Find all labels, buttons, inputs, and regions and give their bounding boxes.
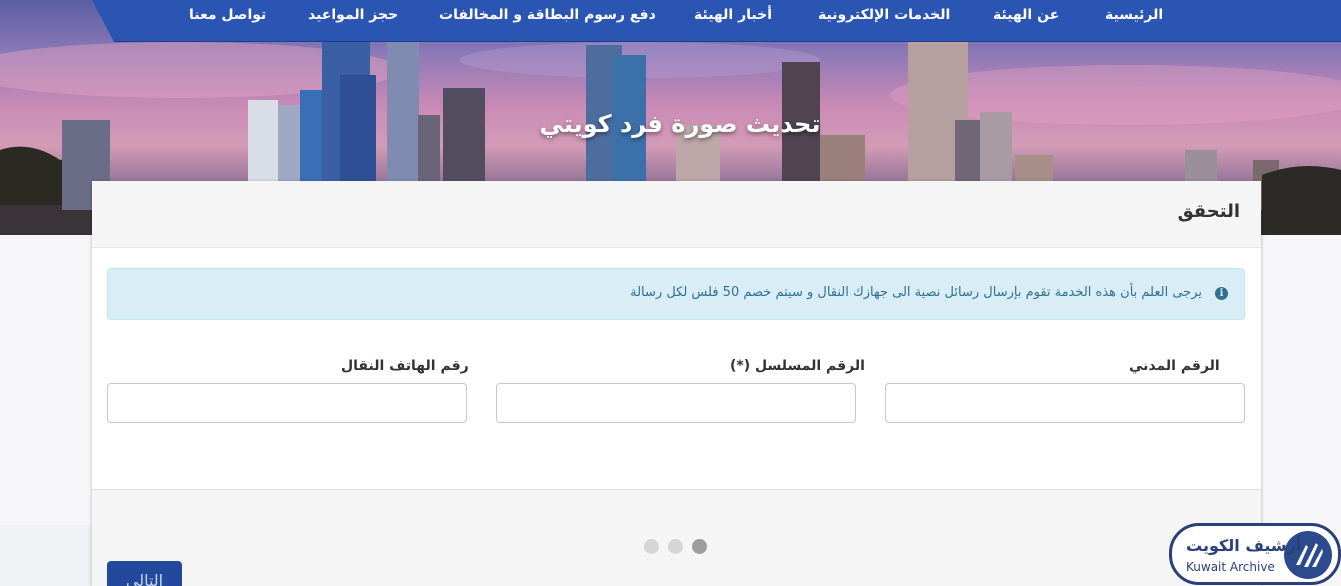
- main-navbar: الرئيسية عن الهيئة الخدمات الإلكترونية أ…: [92, 0, 1341, 42]
- nav-item-about[interactable]: عن الهيئة: [993, 7, 1059, 27]
- card-footer: [92, 489, 1261, 586]
- nav-item-eservices[interactable]: الخدمات الإلكترونية: [818, 7, 950, 27]
- info-alert-text: يرجى العلم بأن هذه الخدمة تقوم بإرسال رس…: [630, 285, 1202, 300]
- next-button[interactable]: التالي: [107, 561, 182, 586]
- civil-id-input[interactable]: [885, 383, 1245, 423]
- mobile-number-input[interactable]: [107, 383, 467, 423]
- serial-number-input[interactable]: [496, 383, 856, 423]
- logo-arabic-text: أرشيف الكويت: [1186, 536, 1302, 555]
- step-indicator-2: [668, 539, 683, 554]
- step-indicator-3: [644, 539, 659, 554]
- nav-item-contact[interactable]: تواصل معنا: [189, 7, 266, 27]
- verification-card: التحقق i يرجى العلم بأن هذه الخدمة تقوم …: [92, 181, 1261, 586]
- civil-id-label: الرقم المدني: [1129, 358, 1220, 374]
- info-alert: i يرجى العلم بأن هذه الخدمة تقوم بإرسال …: [107, 268, 1245, 320]
- nav-item-appointments[interactable]: حجز المواعيد: [308, 7, 398, 27]
- nav-item-home[interactable]: الرئيسية: [1105, 7, 1163, 27]
- mobile-number-label: رقم الهاتف النقال: [341, 358, 469, 374]
- page-title: تحديث صورة فرد كويتي: [539, 110, 821, 138]
- card-header: التحقق: [92, 181, 1261, 248]
- serial-number-label: الرقم المسلسل (*): [730, 358, 865, 374]
- logo-english-text: Kuwait Archive: [1186, 560, 1275, 574]
- nav-item-payments[interactable]: دفع رسوم البطاقة و المخالفات: [439, 7, 656, 27]
- card-title: التحقق: [1177, 201, 1240, 222]
- info-circle-icon: i: [1215, 287, 1228, 300]
- nav-item-news[interactable]: أخبار الهيئة: [694, 7, 772, 27]
- page-background-left: [0, 235, 92, 525]
- step-indicator-1-active: [692, 539, 707, 554]
- kuwait-archive-logo: أرشيف الكويت Kuwait Archive: [1169, 523, 1341, 585]
